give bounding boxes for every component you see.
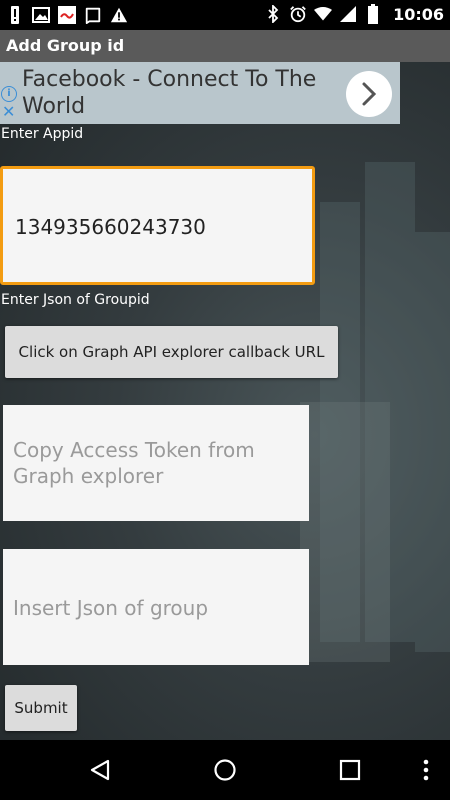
back-icon[interactable]: [86, 756, 114, 784]
main-content: i ✕ Facebook - Connect To The World Ente…: [0, 62, 450, 740]
bluetooth-icon: [264, 4, 282, 24]
image-icon: [32, 5, 50, 25]
json-groupid-label: Enter Json of Groupid: [1, 292, 150, 308]
wifi-icon: [314, 4, 333, 24]
app-icon: [58, 5, 76, 25]
close-icon[interactable]: ✕: [2, 104, 15, 120]
battery-icon: [364, 4, 382, 24]
action-bar: Add Group id: [0, 30, 450, 62]
ad-open-button[interactable]: [346, 71, 392, 117]
navigation-bar: [0, 740, 450, 800]
more-icon[interactable]: [412, 756, 440, 784]
notification-icon: [6, 5, 24, 25]
background-graphic: [300, 402, 390, 662]
access-token-placeholder: Copy Access Token from Graph explorer: [13, 438, 255, 488]
chevron-right-icon: [362, 82, 377, 106]
info-icon[interactable]: i: [1, 86, 17, 102]
ad-banner[interactable]: i ✕ Facebook - Connect To The World: [0, 62, 400, 124]
signal-icon: [339, 4, 357, 24]
status-bar: 10:06: [0, 0, 450, 30]
recents-icon[interactable]: [336, 756, 364, 784]
appid-value: 134935660243730: [15, 215, 206, 239]
group-json-placeholder: Insert Json of group: [13, 596, 209, 620]
ad-text: Facebook - Connect To The World: [22, 67, 317, 119]
appid-label: Enter Appid: [1, 126, 84, 142]
background-graphic: [415, 232, 450, 652]
submit-button[interactable]: Submit: [5, 685, 77, 731]
appid-input[interactable]: 134935660243730: [0, 166, 315, 285]
alarm-icon: [289, 4, 307, 24]
graph-api-explorer-button[interactable]: Click on Graph API explorer callback URL: [5, 326, 338, 378]
access-token-input[interactable]: Copy Access Token from Graph explorer: [3, 405, 309, 521]
warning-icon: [110, 5, 128, 25]
chat-icon: [84, 5, 102, 25]
clock: 10:06: [393, 4, 444, 24]
page-title: Add Group id: [6, 36, 125, 55]
home-icon[interactable]: [211, 756, 239, 784]
group-json-input[interactable]: Insert Json of group: [3, 549, 309, 665]
